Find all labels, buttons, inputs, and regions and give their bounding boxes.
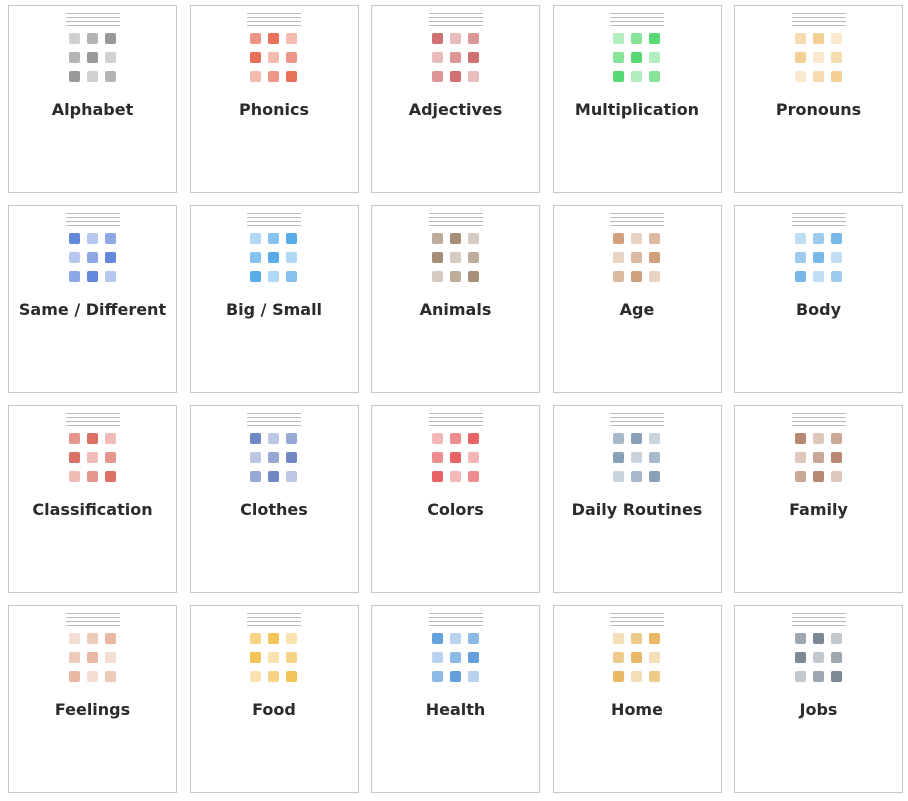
category-card[interactable]: Adjectives bbox=[371, 5, 540, 193]
category-card[interactable]: Alphabet bbox=[8, 5, 177, 193]
category-label[interactable]: Alphabet bbox=[9, 100, 176, 119]
category-label[interactable]: Family bbox=[735, 500, 902, 519]
category-card[interactable]: Pronouns bbox=[734, 5, 903, 193]
category-label[interactable]: Multiplication bbox=[554, 100, 721, 119]
category-label[interactable]: Pronouns bbox=[735, 100, 902, 119]
category-label[interactable]: Phonics bbox=[191, 100, 358, 119]
worksheet-thumbnail[interactable] bbox=[604, 609, 670, 693]
worksheet-thumbnail[interactable] bbox=[59, 209, 126, 293]
worksheet-thumbnail[interactable] bbox=[422, 409, 489, 493]
category-card[interactable]: Daily Routines bbox=[552, 405, 722, 593]
worksheet-thumbnail[interactable] bbox=[785, 9, 852, 93]
category-card[interactable]: Jobs bbox=[734, 605, 903, 793]
category-label[interactable]: Adjectives bbox=[372, 100, 539, 119]
worksheet-thumbnail[interactable] bbox=[422, 209, 489, 293]
category-card[interactable]: Colors bbox=[371, 405, 540, 593]
worksheet-thumbnail[interactable] bbox=[604, 409, 670, 493]
category-label[interactable]: Food bbox=[191, 700, 358, 719]
worksheet-thumbnail[interactable] bbox=[241, 609, 307, 693]
worksheet-thumbnail[interactable] bbox=[241, 209, 307, 293]
category-card[interactable]: Health bbox=[371, 605, 540, 793]
worksheet-thumbnail[interactable] bbox=[604, 209, 670, 293]
category-card[interactable]: Home bbox=[552, 605, 722, 793]
worksheet-thumbnail[interactable] bbox=[59, 409, 126, 493]
category-label[interactable]: Clothes bbox=[191, 500, 358, 519]
category-label[interactable]: Body bbox=[735, 300, 902, 319]
worksheet-thumbnail[interactable] bbox=[59, 609, 126, 693]
category-label[interactable]: Feelings bbox=[9, 700, 176, 719]
category-label[interactable]: Jobs bbox=[735, 700, 902, 719]
category-card[interactable]: Body bbox=[734, 205, 903, 393]
category-label[interactable]: Health bbox=[372, 700, 539, 719]
category-card[interactable]: Family bbox=[734, 405, 903, 593]
category-card[interactable]: Multiplication bbox=[552, 5, 722, 193]
category-label[interactable]: Colors bbox=[372, 500, 539, 519]
category-label[interactable]: Classification bbox=[9, 500, 176, 519]
worksheet-thumbnail[interactable] bbox=[785, 409, 852, 493]
category-card[interactable]: Age bbox=[552, 205, 722, 393]
category-card[interactable]: Clothes bbox=[189, 405, 359, 593]
category-card[interactable]: Animals bbox=[371, 205, 540, 393]
worksheet-thumbnail[interactable] bbox=[59, 9, 126, 93]
category-card[interactable]: Big / Small bbox=[189, 205, 359, 393]
worksheet-thumbnail[interactable] bbox=[241, 409, 307, 493]
category-label[interactable]: Big / Small bbox=[191, 300, 358, 319]
category-card[interactable]: Phonics bbox=[189, 5, 359, 193]
category-grid: Alphabet Phonics Adjectives Multiplication P… bbox=[8, 5, 903, 793]
category-label[interactable]: Animals bbox=[372, 300, 539, 319]
worksheet-thumbnail[interactable] bbox=[422, 9, 489, 93]
category-label[interactable]: Same / Different bbox=[9, 300, 176, 319]
worksheet-thumbnail[interactable] bbox=[785, 209, 852, 293]
worksheet-thumbnail[interactable] bbox=[604, 9, 670, 93]
category-card[interactable]: Feelings bbox=[8, 605, 177, 793]
category-card[interactable]: Classification bbox=[8, 405, 177, 593]
worksheet-thumbnail[interactable] bbox=[422, 609, 489, 693]
category-label[interactable]: Daily Routines bbox=[554, 500, 721, 519]
worksheet-thumbnail[interactable] bbox=[785, 609, 852, 693]
category-card[interactable]: Same / Different bbox=[8, 205, 177, 393]
category-label[interactable]: Home bbox=[554, 700, 721, 719]
category-label[interactable]: Age bbox=[554, 300, 721, 319]
category-card[interactable]: Food bbox=[189, 605, 359, 793]
worksheet-thumbnail[interactable] bbox=[241, 9, 307, 93]
